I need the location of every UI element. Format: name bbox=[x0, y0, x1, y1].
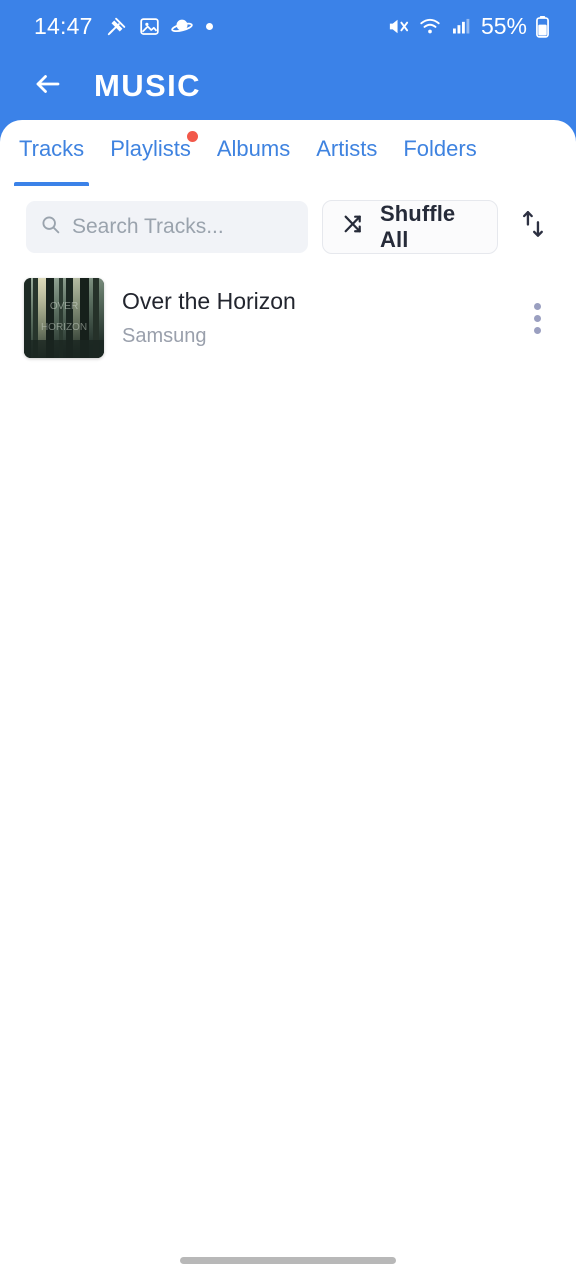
album-artwork: OVER HORIZON bbox=[24, 278, 104, 358]
signal-icon bbox=[450, 16, 471, 36]
tab-albums[interactable]: Albums bbox=[204, 120, 303, 186]
navigation-bar bbox=[0, 1240, 576, 1280]
track-row[interactable]: OVER HORIZON Over the Horizon Samsung bbox=[0, 268, 576, 368]
tab-folders[interactable]: Folders bbox=[390, 120, 489, 186]
status-bar-right: 55% bbox=[387, 13, 550, 40]
track-overflow-menu-button[interactable] bbox=[514, 290, 560, 346]
tab-label: Playlists bbox=[110, 136, 191, 161]
tab-label: Artists bbox=[316, 136, 378, 161]
back-button[interactable] bbox=[24, 62, 72, 110]
battery-percentage: 55% bbox=[480, 12, 527, 39]
app-bar: MUSIC bbox=[0, 52, 576, 120]
svg-text:HORIZON: HORIZON bbox=[41, 322, 87, 333]
shuffle-all-button[interactable]: Shuffle All bbox=[322, 200, 498, 254]
tab-label: Folders bbox=[403, 136, 477, 161]
sort-button[interactable] bbox=[512, 201, 556, 253]
track-info: Over the Horizon Samsung bbox=[122, 287, 496, 349]
tab-playlists[interactable]: Playlists bbox=[97, 120, 204, 186]
sort-arrows-icon bbox=[520, 210, 547, 244]
forest-album-art: OVER HORIZON bbox=[24, 278, 104, 358]
music-app-screen: 14:47 55% MUSIC Tracks Playlists Albums … bbox=[0, 0, 576, 1280]
tab-artists[interactable]: Artists bbox=[303, 120, 390, 186]
svg-text:OVER: OVER bbox=[50, 301, 78, 312]
back-arrow-icon bbox=[33, 69, 63, 104]
search-field[interactable] bbox=[26, 201, 308, 253]
home-gesture-bar[interactable] bbox=[180, 1256, 396, 1264]
notification-badge-icon bbox=[186, 131, 198, 142]
battery-icon bbox=[535, 15, 550, 38]
more-vertical-icon bbox=[533, 314, 541, 322]
active-tab-indicator bbox=[14, 182, 90, 186]
satellite-dish-icon bbox=[106, 15, 128, 37]
tab-label: Albums bbox=[216, 136, 291, 161]
wifi-icon bbox=[418, 15, 442, 37]
shuffle-icon bbox=[342, 212, 367, 242]
search-icon bbox=[40, 214, 61, 240]
page-title: MUSIC bbox=[94, 68, 201, 103]
track-title: Over the Horizon bbox=[122, 288, 296, 315]
more-vertical-icon bbox=[533, 326, 541, 334]
status-bar-left: 14:47 bbox=[34, 13, 213, 40]
saturn-icon bbox=[170, 15, 193, 37]
more-vertical-icon bbox=[533, 302, 541, 310]
controls-row: Shuffle All bbox=[0, 186, 576, 268]
shuffle-all-label: Shuffle All bbox=[380, 201, 456, 252]
tab-bar: Tracks Playlists Albums Artists Folders bbox=[0, 120, 576, 186]
content-sheet: Tracks Playlists Albums Artists Folders bbox=[0, 120, 576, 1280]
tab-label: Tracks bbox=[19, 136, 85, 161]
status-bar: 14:47 55% bbox=[0, 0, 576, 52]
track-artist: Samsung bbox=[122, 324, 207, 347]
dot-icon bbox=[205, 22, 213, 30]
track-list[interactable]: OVER HORIZON Over the Horizon Samsung bbox=[0, 268, 576, 1240]
mute-icon bbox=[387, 15, 410, 38]
image-icon bbox=[139, 16, 160, 37]
search-input[interactable] bbox=[72, 215, 294, 239]
status-bar-clock: 14:47 bbox=[34, 12, 93, 39]
tab-tracks[interactable]: Tracks bbox=[6, 120, 97, 186]
